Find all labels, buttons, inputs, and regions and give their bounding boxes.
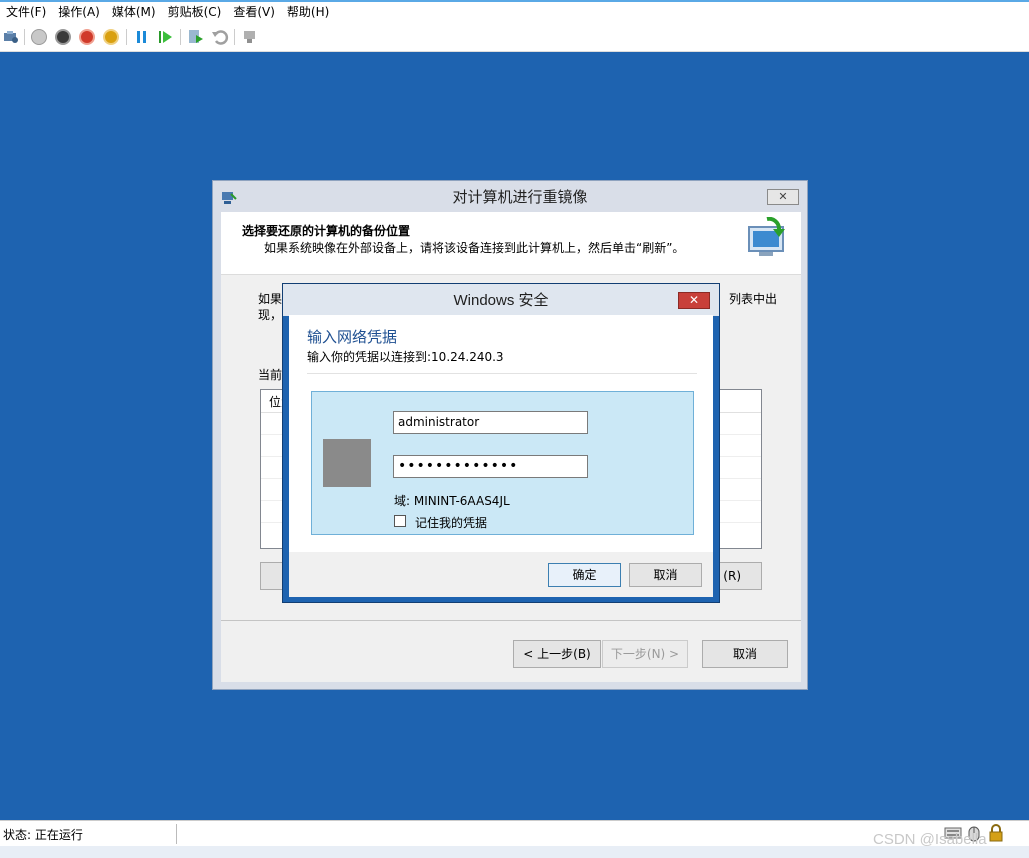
menu-media[interactable]: 媒体(M): [106, 2, 162, 23]
toolbar: [0, 23, 1029, 52]
security-content: 输入网络凭据 输入你的凭据以连接到:10.24.240.3 administra…: [289, 315, 713, 552]
next-button[interactable]: 下一步(N) >: [602, 640, 688, 668]
username-field[interactable]: administrator: [393, 411, 588, 434]
start-icon[interactable]: [30, 28, 48, 46]
security-close-button[interactable]: ✕: [678, 292, 710, 309]
toolbar-separator: [24, 29, 25, 45]
remember-label[interactable]: 记住我的凭据: [415, 514, 487, 531]
wizard-title: 对计算机进行重镜像: [452, 188, 588, 206]
toolbar-separator: [126, 29, 127, 45]
wizard-text-right: 列表中出: [729, 292, 778, 306]
user-avatar: [323, 439, 371, 487]
current-label: 当前: [258, 368, 283, 382]
wizard-heading: 选择要还原的计算机的备份位置: [242, 224, 411, 238]
toolbar-separator: [234, 29, 235, 45]
power-icon[interactable]: [102, 28, 120, 46]
security-body: 输入网络凭据 输入你的凭据以连接到:10.24.240.3 administra…: [289, 315, 713, 597]
backup-app-icon: [221, 190, 237, 206]
menu-file[interactable]: 文件(F): [0, 2, 52, 23]
shutdown-icon[interactable]: [78, 28, 96, 46]
domain-label: 域: MININT-6AAS4JL: [394, 494, 510, 508]
security-title: Windows 安全: [453, 292, 549, 309]
security-cancel-button[interactable]: 取消: [629, 563, 702, 587]
pause-icon[interactable]: [133, 28, 151, 46]
wizard-close-button[interactable]: ✕: [767, 189, 799, 205]
toolbar-separator: [180, 29, 181, 45]
wizard-divider: [221, 620, 801, 621]
lock-icon: [988, 824, 1004, 842]
revert-icon[interactable]: [211, 28, 229, 46]
menu-clipboard[interactable]: 剪贴板(C): [162, 2, 228, 23]
wizard-titlebar[interactable]: 对计算机进行重镜像: [213, 181, 807, 211]
enhanced-session-icon[interactable]: [241, 28, 259, 46]
status-text: 状态: 正在运行: [3, 828, 83, 842]
status-divider: [176, 824, 177, 844]
wizard-cancel-button[interactable]: 取消: [702, 640, 788, 668]
turn-off-icon[interactable]: [54, 28, 72, 46]
window-bottom-edge: [0, 846, 1029, 858]
wizard-subheading: 如果系统映像在外部设备上，请将该设备连接到此计算机上，然后单击“刷新”。: [264, 241, 685, 255]
resume-icon[interactable]: [157, 28, 175, 46]
security-titlebar[interactable]: Windows 安全: [283, 284, 719, 316]
back-button[interactable]: < 上一步(B): [513, 640, 601, 668]
wizard-text-left-2: 现，: [258, 308, 283, 322]
remember-checkbox[interactable]: [394, 515, 406, 527]
ok-button[interactable]: 确定: [548, 563, 621, 587]
windows-security-dialog: Windows 安全 ✕ 输入网络凭据 输入你的凭据以连接到:10.24.240…: [282, 283, 720, 603]
wizard-header: 选择要还原的计算机的备份位置 如果系统映像在外部设备上，请将该设备连接到此计算机…: [221, 212, 801, 275]
security-subheading: 输入你的凭据以连接到:10.24.240.3: [307, 350, 504, 364]
wizard-text-left-1: 如果: [258, 292, 283, 306]
menu-help[interactable]: 帮助(H): [281, 2, 335, 23]
security-divider: [307, 373, 697, 374]
computer-restore-icon: [745, 216, 789, 261]
ctrl-alt-del-icon[interactable]: [2, 28, 20, 46]
menu-action[interactable]: 操作(A): [52, 2, 106, 23]
security-heading: 输入网络凭据: [307, 328, 398, 346]
password-field[interactable]: •••••••••••••: [393, 455, 588, 478]
checkpoint-icon[interactable]: [187, 28, 205, 46]
menu-bar: 文件(F) 操作(A) 媒体(M) 剪贴板(C) 查看(V) 帮助(H): [0, 2, 1029, 23]
menu-view[interactable]: 查看(V): [227, 2, 281, 23]
credential-tile[interactable]: administrator ••••••••••••• 域: MININT-6A…: [311, 391, 694, 535]
